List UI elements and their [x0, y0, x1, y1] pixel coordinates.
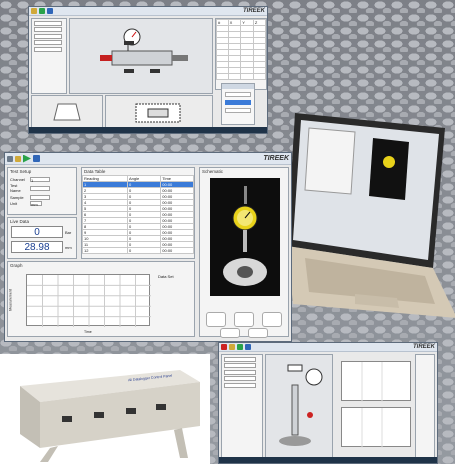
top-software-window: TIREEK # X Y Z — [28, 6, 268, 134]
dial-gauge-photo — [210, 178, 280, 296]
field-label: Unit — [10, 201, 18, 206]
save-icon[interactable] — [245, 344, 251, 350]
datalogger-device-photo — [0, 354, 210, 464]
graph-xlabel: Time — [84, 330, 92, 334]
sample-input[interactable] — [30, 194, 50, 200]
field-input[interactable] — [224, 369, 256, 375]
field-input[interactable] — [34, 20, 62, 26]
graph-panel: Graph Data Set Measurement Time — [7, 261, 195, 337]
field-row: Sample — [10, 194, 74, 200]
bottom-schematic-panel — [265, 354, 333, 458]
view-thumbnail-1[interactable] — [206, 312, 226, 327]
top-table: # X Y Z — [216, 19, 267, 80]
field-label: Test Name — [10, 183, 21, 193]
reading-display-2: 28.98 — [11, 241, 63, 253]
gauge-schematic — [100, 28, 188, 73]
units-label-1: Bar — [65, 229, 72, 235]
reading-display-1: 0 — [11, 226, 63, 238]
channel-select[interactable]: 1 — [30, 176, 50, 183]
bottom-side-panel — [415, 354, 435, 458]
open-icon[interactable] — [229, 344, 235, 350]
play-icon[interactable] — [23, 154, 31, 163]
field-label: Sample — [10, 194, 24, 200]
table-cell: 0 — [126, 247, 162, 254]
graph-panel-title: Graph — [10, 263, 23, 268]
table-cell: 12 — [82, 247, 128, 254]
test-name-input[interactable] — [30, 185, 50, 191]
field-input[interactable] — [224, 376, 256, 381]
graph-plot-area — [26, 274, 151, 327]
view-thumbnail-3[interactable] — [262, 312, 282, 327]
main-toolbar: TIREEK — [5, 153, 291, 165]
top-schematic-panel — [69, 18, 213, 94]
bottom-gauge-schematic — [279, 364, 323, 446]
bottom-chart-bottom — [341, 407, 411, 448]
bottom-chart-bottom-grid — [361, 408, 383, 448]
top-image-right — [105, 95, 213, 129]
graph-ylabel: Measurement — [8, 289, 13, 311]
top-data-table: # X Y Z — [215, 18, 267, 90]
field-input[interactable] — [224, 382, 256, 388]
brand-logo: TIREEK — [412, 344, 435, 350]
field-row — [34, 46, 64, 52]
field-row — [34, 27, 64, 32]
brand-logo: TIREEK — [263, 155, 289, 162]
schematic-panel-title: Schematic — [202, 169, 224, 174]
field-row: Unit mm — [10, 201, 74, 207]
field-input[interactable] — [34, 27, 62, 32]
top-window-toolbar: TIREEK — [29, 7, 267, 16]
save-icon[interactable] — [33, 155, 40, 162]
table-cell: 00:00 — [160, 247, 194, 254]
play-icon[interactable] — [39, 8, 45, 14]
bottom-window-toolbar: TIREEK — [219, 343, 437, 352]
data-table: Reading Angle Time 1 0 00:00 2 0 00:00 3 0 00:00… — [82, 175, 194, 254]
live-data-panel: Live Data 0 Bar 28.98 mm — [7, 217, 77, 259]
bottom-chart-top-grid — [361, 362, 383, 402]
view-thumbnail-4[interactable] — [220, 328, 240, 338]
laptop-photo — [287, 113, 455, 318]
play-icon[interactable] — [237, 344, 243, 350]
settings-icon[interactable] — [7, 155, 13, 162]
field-input[interactable] — [34, 40, 62, 45]
save-icon[interactable] — [47, 8, 53, 14]
setup-panel-title: Test Setup — [10, 169, 32, 174]
table-row[interactable]: 12 0 00:00 — [82, 247, 194, 254]
field-row — [34, 33, 64, 39]
field-input[interactable] — [224, 356, 256, 362]
bottom-chart-top — [341, 361, 411, 402]
data-table-panel: Data Table Reading Angle Time 1 0 00:00 2 0 0… — [81, 167, 195, 259]
table-panel-title: Data Table — [84, 169, 106, 174]
graph-grid — [27, 275, 151, 327]
field-row — [34, 20, 64, 26]
open-icon[interactable] — [15, 155, 21, 162]
record-icon[interactable] — [221, 344, 227, 350]
top-setup-panel — [31, 18, 67, 94]
view-thumbnail-5[interactable] — [248, 328, 268, 338]
top-taskbar — [29, 127, 267, 133]
field-label: Channel — [10, 176, 25, 182]
bottom-setup-panel — [221, 354, 263, 458]
field-row: Channel 1 — [10, 176, 74, 183]
schematic-panel: Schematic — [199, 167, 289, 338]
view-thumbnail-2[interactable] — [234, 312, 254, 327]
top-image-left — [31, 95, 103, 129]
field-input[interactable] — [34, 46, 62, 52]
top-dialog[interactable] — [221, 83, 255, 125]
bottom-taskbar — [219, 457, 437, 463]
main-software-window: TIREEK Test Setup Channel 1 Test Name Sam… — [4, 152, 292, 342]
field-input[interactable] — [224, 363, 256, 368]
bottom-software-window: TIREEK — [218, 342, 438, 464]
field-row — [34, 40, 64, 45]
field-row: Test Name — [10, 183, 74, 193]
unit-select[interactable]: mm — [30, 201, 42, 207]
setup-panel: Test Setup Channel 1 Test Name Sample Uni… — [7, 167, 77, 215]
field-input[interactable] — [34, 33, 62, 39]
brand-logo: TIREEK — [242, 8, 265, 14]
open-icon[interactable] — [31, 8, 37, 14]
graph-legend: Data Set — [158, 274, 174, 279]
units-label-2: mm — [65, 244, 72, 250]
live-panel-title: Live Data — [10, 219, 30, 224]
